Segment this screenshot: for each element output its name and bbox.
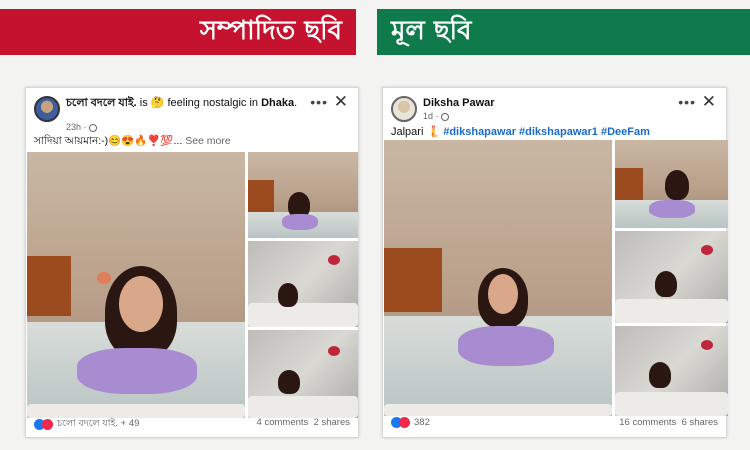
avatar[interactable] bbox=[391, 96, 417, 122]
heart-icon bbox=[42, 419, 53, 430]
reaction-summary[interactable]: 382 bbox=[391, 417, 430, 428]
close-icon[interactable]: ✕ bbox=[334, 92, 348, 112]
more-dots-icon[interactable]: ••• bbox=[678, 94, 696, 110]
post-footer: চলো বদলে যাই. + 49 4 comments 2 shares bbox=[34, 417, 350, 431]
caption-text: সাদিয়া আয়মান:-)😊😍🔥❣️💯... bbox=[34, 135, 183, 147]
post-author-line: চলো বদলে যাই. is 🤔 feeling nostalgic in … bbox=[66, 97, 298, 109]
post-caption: সাদিয়া আয়মান:-)😊😍🔥❣️💯... See more bbox=[34, 134, 350, 151]
edited-photo-banner: সম্পাদিত ছবি bbox=[0, 9, 356, 55]
post-author-line: Diksha Pawar bbox=[423, 96, 678, 110]
post-caption: Jalpari 🧜 #dikshapawar #dikshapawar1 #De… bbox=[391, 125, 718, 138]
thumb-photo-2[interactable] bbox=[248, 241, 358, 327]
location-name[interactable]: Dhaka bbox=[261, 97, 294, 109]
status-text: is 🤔 feeling nostalgic in bbox=[139, 97, 259, 109]
post-header: চলো বদলে যাই. is 🤔 feeling nostalgic in … bbox=[34, 92, 350, 132]
see-more-link[interactable]: See more bbox=[185, 135, 231, 147]
photo-grid bbox=[27, 152, 358, 418]
photo-grid bbox=[384, 140, 728, 416]
shares-count[interactable]: 2 shares bbox=[314, 417, 350, 428]
globe-icon bbox=[88, 123, 97, 132]
hashtags[interactable]: #dikshapawar #dikshapawar1 #DeeFam bbox=[443, 126, 650, 138]
post-time: 1d · bbox=[423, 111, 449, 121]
reaction-count: 382 bbox=[414, 417, 430, 428]
engagement-stats: 4 comments 2 shares bbox=[257, 417, 350, 428]
thumb-photo-3[interactable] bbox=[248, 330, 358, 418]
main-photo[interactable] bbox=[27, 152, 245, 418]
thumb-photo-1[interactable] bbox=[248, 152, 358, 238]
reaction-summary[interactable]: চলো বদলে যাই. + 49 bbox=[34, 417, 139, 432]
shares-count[interactable]: 6 shares bbox=[682, 417, 718, 428]
thumb-photo-2[interactable] bbox=[615, 231, 728, 323]
edited-post-card: চলো বদলে যাই. is 🤔 feeling nostalgic in … bbox=[25, 87, 359, 438]
thumb-photo-3[interactable] bbox=[615, 326, 728, 416]
original-photo-banner: মূল ছবি bbox=[377, 9, 750, 55]
comments-count[interactable]: 4 comments bbox=[257, 417, 309, 428]
reaction-count: চলো বদলে যাই. + 49 bbox=[57, 418, 140, 429]
post-time: 23h · bbox=[66, 122, 97, 132]
caption-text: Jalpari 🧜 bbox=[391, 126, 441, 138]
heart-icon bbox=[399, 417, 410, 428]
original-banner-label: মূল ছবি bbox=[391, 16, 472, 46]
more-dots-icon[interactable]: ••• bbox=[310, 94, 328, 110]
post-header: Diksha Pawar 1d · ••• ✕ bbox=[391, 92, 718, 128]
comments-count[interactable]: 16 comments bbox=[619, 417, 676, 428]
author-name[interactable]: Diksha Pawar bbox=[423, 97, 495, 109]
post-footer: 382 16 comments 6 shares bbox=[391, 417, 718, 431]
avatar[interactable] bbox=[34, 96, 60, 122]
thumb-photo-1[interactable] bbox=[615, 140, 728, 228]
original-post-card: Diksha Pawar 1d · ••• ✕ Jalpari 🧜 #diksh… bbox=[382, 87, 728, 438]
author-name[interactable]: চলো বদলে যাই. bbox=[66, 97, 137, 109]
main-photo[interactable] bbox=[384, 140, 612, 416]
globe-icon bbox=[440, 112, 449, 121]
edited-banner-label: সম্পাদিত ছবি bbox=[199, 16, 342, 46]
engagement-stats: 16 comments 6 shares bbox=[619, 417, 718, 428]
close-icon[interactable]: ✕ bbox=[702, 92, 716, 112]
